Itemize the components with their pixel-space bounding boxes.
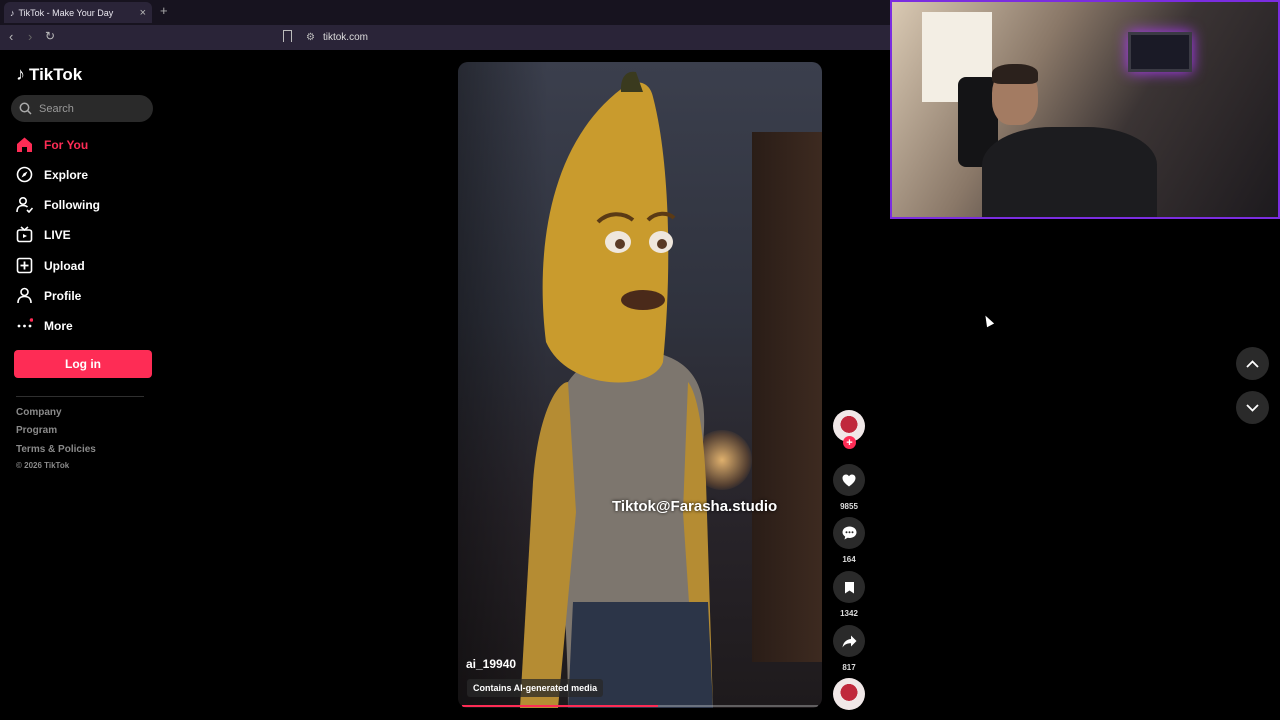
share-count: 817: [842, 663, 856, 672]
heart-icon: [842, 474, 856, 486]
more-icon: [16, 317, 33, 334]
search-placeholder: Search: [39, 102, 74, 115]
sidebar-item-label: Following: [44, 197, 100, 212]
sidebar: ♪ TikTok Search For You Explore Followin…: [0, 50, 170, 720]
save-button[interactable]: [833, 571, 865, 603]
creator-avatar[interactable]: +: [833, 410, 865, 449]
compass-icon: [16, 166, 33, 183]
video-player[interactable]: Tiktok@Farasha.studio ai_19940 Contains …: [458, 62, 822, 708]
tiktok-note-icon: ♪: [16, 64, 25, 84]
sidebar-item-following[interactable]: Following: [16, 196, 100, 213]
video-watermark: Tiktok@Farasha.studio: [612, 498, 778, 515]
like-button[interactable]: [833, 464, 865, 496]
upload-icon: [16, 257, 33, 274]
back-arrow-icon[interactable]: ‹: [9, 29, 13, 44]
comment-icon: [842, 526, 856, 540]
webcam-person-body: [982, 127, 1157, 217]
video-progress-fill: [462, 705, 658, 707]
webcam-overlay: [890, 0, 1280, 219]
live-icon: [16, 226, 33, 243]
webcam-room-tv: [1128, 32, 1192, 72]
login-button[interactable]: Log in: [14, 350, 152, 378]
divider: [16, 396, 144, 397]
video-character-image: [520, 71, 713, 708]
search-input[interactable]: Search: [11, 95, 153, 122]
sidebar-item-label: More: [44, 318, 73, 333]
share-button[interactable]: [833, 625, 865, 657]
home-icon: [16, 136, 33, 153]
search-icon: [19, 102, 32, 115]
previous-video-button[interactable]: [1236, 347, 1269, 380]
reload-icon[interactable]: ↻: [45, 29, 55, 43]
sidebar-item-explore[interactable]: Explore: [16, 166, 88, 183]
sidebar-item-label: Explore: [44, 167, 89, 182]
copyright-text: © 2026 TikTok: [16, 461, 70, 470]
sidebar-item-label: LIVE: [44, 227, 71, 242]
close-tab-icon[interactable]: ×: [140, 7, 146, 19]
footer-link-company[interactable]: Company: [16, 407, 62, 418]
webcam-person-hair: [992, 64, 1038, 84]
sidebar-item-more[interactable]: More: [16, 317, 73, 334]
forward-arrow-icon[interactable]: ›: [28, 29, 32, 44]
profile-icon: [16, 287, 33, 304]
chevron-down-icon: [1246, 403, 1259, 412]
like-count: 9855: [840, 502, 858, 511]
sidebar-item-for-you[interactable]: For You: [16, 136, 88, 153]
sidebar-item-label: For You: [44, 137, 89, 152]
bookmark-icon: [844, 581, 854, 593]
sidebar-item-label: Profile: [44, 288, 82, 303]
comment-count: 164: [842, 555, 856, 564]
footer-link-program[interactable]: Program: [16, 425, 57, 436]
sidebar-item-upload[interactable]: Upload: [16, 257, 85, 274]
comment-button[interactable]: [833, 517, 865, 549]
new-tab-button[interactable]: +: [160, 3, 168, 18]
browser-tab[interactable]: ♪ TikTok - Make Your Day ×: [4, 2, 152, 23]
sidebar-item-label: Upload: [44, 258, 85, 273]
tab-title: TikTok - Make Your Day: [18, 7, 114, 18]
bookmark-icon[interactable]: [283, 30, 292, 42]
mouse-cursor-icon: [981, 313, 995, 328]
video-author[interactable]: ai_19940: [466, 657, 516, 671]
share-arrow-icon: [842, 635, 856, 647]
address-bar[interactable]: ⚙ tiktok.com: [306, 29, 368, 46]
url-text: tiktok.com: [322, 32, 368, 43]
ai-generated-badge: Contains AI-generated media: [467, 679, 604, 697]
follow-plus-icon[interactable]: +: [843, 436, 856, 449]
following-icon: [16, 196, 33, 213]
sidebar-item-profile[interactable]: Profile: [16, 287, 81, 304]
tiktok-logo[interactable]: ♪ TikTok: [16, 64, 82, 85]
site-settings-icon[interactable]: ⚙: [306, 32, 315, 43]
music-disc-avatar[interactable]: [833, 678, 865, 710]
logo-text: TikTok: [29, 64, 83, 84]
footer-link-terms[interactable]: Terms & Policies: [16, 444, 96, 455]
tiktok-favicon-icon: ♪: [10, 7, 15, 18]
video-progress-bar[interactable]: [462, 705, 818, 707]
sidebar-item-live[interactable]: LIVE: [16, 226, 71, 243]
save-count: 1342: [840, 609, 858, 618]
next-video-button[interactable]: [1236, 391, 1269, 424]
chevron-up-icon: [1246, 359, 1259, 368]
